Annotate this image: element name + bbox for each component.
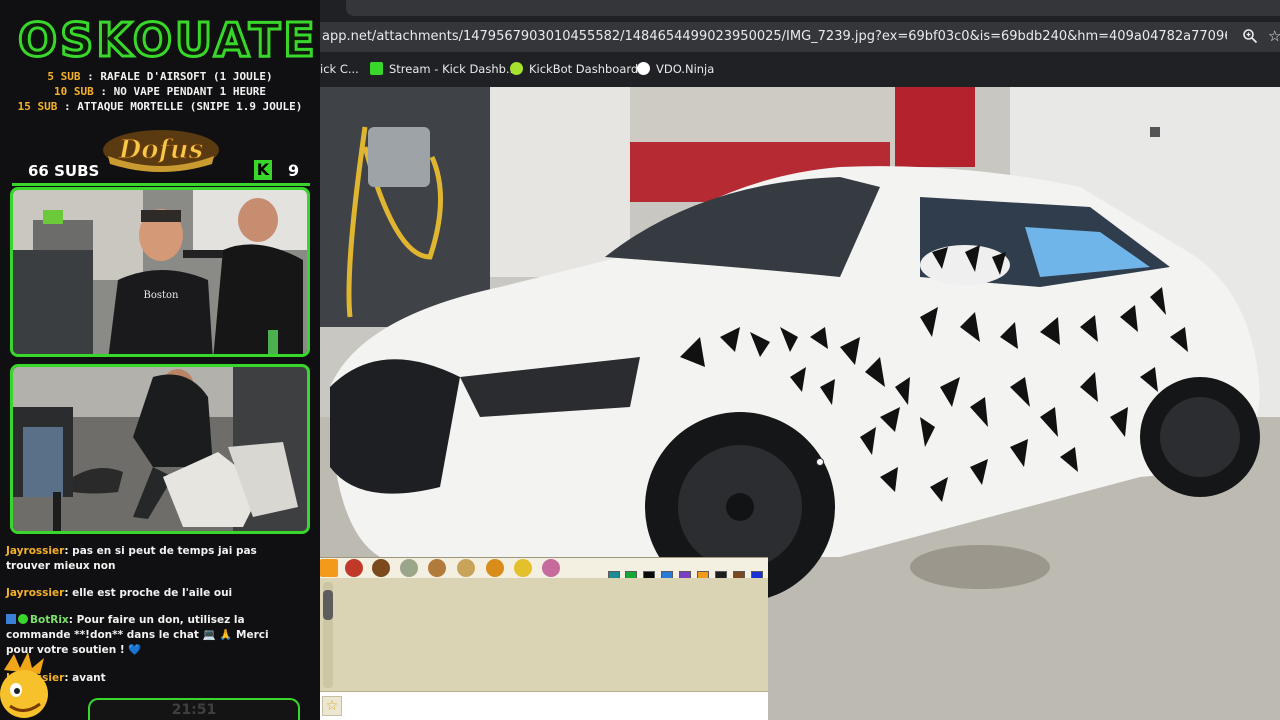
- mouth-icon[interactable]: [345, 559, 363, 577]
- sub-goal-text: : NO VAPE PENDANT 1 HEURE: [93, 85, 266, 98]
- guild-icon[interactable]: [542, 559, 560, 577]
- game-chat-panel: ☆: [320, 557, 768, 720]
- kickbot-icon: [510, 62, 523, 75]
- chat-text: avant: [72, 672, 106, 684]
- bot-badge-icon: [18, 614, 28, 624]
- chat-username[interactable]: Jayrossier: [6, 545, 64, 557]
- sub-goal-tier: 15 SUB: [17, 100, 58, 113]
- hand-icon[interactable]: [428, 559, 446, 577]
- kick-icon: K: [254, 160, 272, 180]
- chat-message: Jayrossier: pas en si peut de temps jai …: [6, 544, 298, 574]
- sub-goal: 10 SUB : NO VAPE PENDANT 1 HEURE: [0, 85, 320, 98]
- chat-message: Jayrossier: elle est proche de l'aile ou…: [6, 586, 298, 601]
- browser-window: app.net/attachments/1479567903010455582/…: [320, 0, 1280, 720]
- stream-timer: 21:51: [88, 698, 300, 720]
- zoom-icon[interactable]: [1242, 28, 1258, 44]
- bookmark-item[interactable]: VDO.Ninja: [637, 62, 714, 76]
- timer-text: 21:51: [171, 702, 217, 718]
- bookmark-label: VDO.Ninja: [656, 62, 715, 76]
- bookmark-item[interactable]: Stream - Kick Dashb...: [370, 62, 517, 76]
- sub-goal: 5 SUB : RAFALE D'AIRSOFT (1 JOULE): [0, 70, 320, 83]
- chat-text: elle est proche de l'aile oui: [72, 587, 233, 599]
- bookmarks-bar: ick C... Stream - Kick Dashb... KickBot …: [320, 56, 1280, 82]
- sub-goal: 15 SUB : ATTAQUE MORTELLE (SNIPE 1.9 JOU…: [0, 100, 320, 113]
- crown-icon[interactable]: [486, 559, 504, 577]
- kick-icon: [370, 62, 383, 75]
- chat-separator: :: [68, 614, 77, 626]
- bookmark-item[interactable]: ick C...: [320, 62, 359, 76]
- url-text[interactable]: app.net/attachments/1479567903010455582/…: [322, 29, 1227, 44]
- sub-goal-tier: 10 SUB: [54, 85, 94, 98]
- game-chat-input[interactable]: [346, 695, 764, 717]
- chat-separator: :: [64, 587, 73, 599]
- game-chat-input-row: ☆: [320, 691, 768, 720]
- chat-username[interactable]: BotRix: [30, 614, 69, 626]
- bag-icon[interactable]: [457, 559, 475, 577]
- svg-text:Boston: Boston: [144, 290, 180, 301]
- bookmark-star-icon[interactable]: ☆: [1268, 27, 1280, 45]
- tab-strip: [320, 0, 1280, 20]
- mouse-cursor-icon: [816, 458, 824, 466]
- sub-goal-text: : RAFALE D'AIRSOFT (1 JOULE): [80, 70, 273, 83]
- kick-follower-count: 9: [288, 161, 300, 180]
- trophy-icon[interactable]: [514, 559, 532, 577]
- potion-icon[interactable]: [400, 559, 418, 577]
- webcam-feed-2: [10, 364, 310, 534]
- verified-badge-icon: [6, 614, 16, 624]
- subs-label: 66 SUBS: [28, 162, 100, 180]
- subs-counter: 66 SUBS K 9: [12, 158, 310, 186]
- bookmark-item[interactable]: KickBot Dashboard: [510, 62, 638, 76]
- channel-logo: OSKOUATE: [17, 13, 318, 68]
- favorite-star-icon[interactable]: ☆: [322, 696, 342, 716]
- creature-icon[interactable]: [372, 559, 390, 577]
- webcam-feed-1: Boston: [10, 187, 310, 357]
- scrollbar-thumb[interactable]: [323, 590, 333, 620]
- game-chat-log[interactable]: [320, 578, 768, 691]
- bookmark-label: KickBot Dashboard: [529, 62, 639, 76]
- vdo-ninja-icon: [637, 62, 650, 75]
- bookmark-label: ick C...: [320, 62, 359, 76]
- bookmark-label: Stream - Kick Dashb...: [389, 62, 517, 76]
- plus-icon[interactable]: [320, 559, 338, 577]
- chat-separator: :: [64, 545, 73, 557]
- chat-username[interactable]: Jayrossier: [6, 587, 64, 599]
- page-viewport[interactable]: ☆: [320, 87, 1280, 720]
- chat-separator: :: [64, 672, 73, 684]
- mascot-icon: [0, 652, 48, 718]
- stream-overlay: OSKOUATE 5 SUB : RAFALE D'AIRSOFT (1 JOU…: [0, 0, 320, 720]
- sub-goal-text: : ATTAQUE MORTELLE (SNIPE 1.9 JOULE): [57, 100, 303, 113]
- address-bar[interactable]: app.net/attachments/1479567903010455582/…: [320, 22, 1280, 52]
- sub-goal-tier: 5 SUB: [47, 70, 81, 83]
- game-chat-toolbar: [320, 558, 768, 583]
- active-tab[interactable]: [346, 0, 1280, 16]
